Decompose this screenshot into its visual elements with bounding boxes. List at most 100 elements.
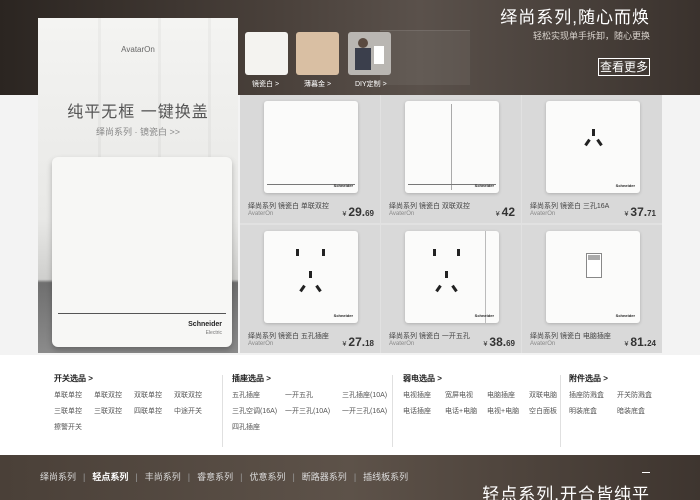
category-link[interactable]: 四孔插座: [232, 422, 285, 432]
socket-pin: [457, 249, 460, 256]
category-link[interactable]: 三联单控: [54, 406, 94, 416]
product-card[interactable]: Schneider 绎尚系列 镜瓷白 单联双控 AvaterOn ¥29.69: [240, 95, 380, 223]
hero-panel[interactable]: AvatarOn 纯平无框 一键换盖 绎尚系列 · 镜瓷白 >> Schneid…: [38, 18, 238, 353]
product-series-en: AvaterOn: [248, 211, 274, 217]
category-link[interactable]: 双联电脑: [529, 390, 569, 400]
category-link[interactable]: 三联双控: [94, 406, 134, 416]
category-weak-current: 弱电选品 > 电视插座 宽屏电视 电脑插座 双联电脑 电话插座 电话+电脑 电视…: [403, 373, 569, 416]
category-link[interactable]: 一开三孔(10A): [285, 406, 342, 416]
title-rule: [642, 472, 650, 473]
category-accessories: 附件选品 > 插座防溅盒 开关防溅盒 明装底盒 暗装底盒: [569, 373, 657, 416]
category-heading[interactable]: 附件选品 >: [569, 373, 657, 384]
product-name: 绎尚系列 镜瓷白 电脑插座: [530, 333, 611, 340]
series-nav-item[interactable]: 睿意系列: [197, 470, 233, 483]
product-name: 绎尚系列 镜瓷白 双联双控: [389, 203, 470, 210]
nav-separator: |: [240, 471, 243, 482]
column-divider: [222, 375, 223, 447]
product-card[interactable]: Schneider 绎尚系列 镜瓷白 一开五孔 AvaterOn ¥38.69: [381, 225, 521, 353]
category-link[interactable]: 暗装底盒: [617, 406, 657, 416]
category-link[interactable]: 擦警开关: [54, 422, 94, 432]
category-link[interactable]: 一开五孔: [285, 390, 342, 400]
category-link[interactable]: 电视+电脑: [487, 406, 529, 416]
socket-pin: [584, 138, 591, 147]
category-heading[interactable]: 插座选品 >: [232, 373, 390, 384]
rj45-port: [586, 253, 602, 278]
banner-background-shelf: [380, 30, 470, 85]
category-link[interactable]: 明装底盒: [569, 406, 617, 416]
category-link[interactable]: 开关防溅盒: [617, 390, 657, 400]
socket-pin: [299, 284, 306, 293]
product-card[interactable]: Schneider 绎尚系列 镜瓷白 五孔插座 AvaterOn ¥27.18: [240, 225, 380, 353]
category-heading[interactable]: 弱电选品 >: [403, 373, 569, 384]
category-link[interactable]: 一开三孔(16A): [342, 406, 390, 416]
category-link[interactable]: 三孔插座(10A): [342, 390, 390, 400]
category-link[interactable]: 插座防溅盒: [569, 390, 617, 400]
single-switch-image: Schneider: [264, 101, 358, 193]
three-pin-socket-image: Schneider: [546, 101, 640, 193]
socket-pin: [315, 284, 322, 293]
category-link[interactable]: 双联双控: [174, 390, 214, 400]
category-link[interactable]: 电话+电脑: [445, 406, 487, 416]
product-card[interactable]: Schneider 绎尚系列 镜瓷白 电脑插座 AvaterOn ¥81.24: [522, 225, 662, 353]
category-link[interactable]: 四联单控: [134, 406, 174, 416]
plate-logo: Schneider: [615, 313, 635, 318]
product-grid: Schneider 绎尚系列 镜瓷白 单联双控 AvaterOn ¥29.69 …: [240, 95, 662, 353]
series-nav: 绎尚系列 | 轻点系列 | 丰尚系列 | 睿意系列 | 优意系列 | 断路器系列 | 插线板系列: [40, 470, 408, 483]
series-nav-item[interactable]: 绎尚系列: [40, 470, 76, 483]
schneider-logo: Schneider Electric: [188, 321, 222, 336]
nav-separator: |: [135, 471, 138, 482]
product-name: 绎尚系列 镜瓷白 五孔插座: [248, 333, 329, 340]
category-link[interactable]: 五孔插座: [232, 390, 285, 400]
series-nav-item[interactable]: 轻点系列: [92, 470, 128, 483]
socket-pin: [296, 249, 299, 256]
view-more-button[interactable]: 查看更多: [598, 58, 650, 76]
category-link[interactable]: 空白面板: [529, 406, 569, 416]
swatch-label-mirror-white[interactable]: 镜瓷白 >: [252, 79, 302, 89]
product-series-en: AvaterOn: [248, 341, 274, 347]
hero-switch-image: Schneider Electric: [52, 157, 232, 347]
socket-pin: [445, 271, 448, 278]
product-series-en: AvaterOn: [389, 341, 415, 347]
category-link[interactable]: 电话插座: [403, 406, 445, 416]
series-nav-bar: 绎尚系列 | 轻点系列 | 丰尚系列 | 睿意系列 | 优意系列 | 断路器系列 | 插线板系列 轻点系…: [0, 455, 700, 500]
socket-pin: [596, 138, 603, 147]
swatch-mirror-white[interactable]: [245, 32, 288, 75]
socket-pin: [322, 249, 325, 256]
category-link[interactable]: 宽屏电视: [445, 390, 487, 400]
nav-separator: |: [292, 471, 295, 482]
category-link[interactable]: 单联双控: [94, 390, 134, 400]
series-nav-item[interactable]: 断路器系列: [302, 470, 347, 483]
category-link[interactable]: 三孔空调(16A): [232, 406, 285, 416]
socket-pin: [435, 284, 442, 293]
swatch-dusk-gold[interactable]: [296, 32, 339, 75]
category-heading[interactable]: 开关选品 >: [54, 373, 214, 384]
category-link[interactable]: 双联单控: [134, 390, 174, 400]
nav-separator: |: [353, 471, 357, 482]
socket-pin: [309, 271, 312, 278]
banner-title: 绎尚系列,随心而焕: [500, 8, 650, 27]
category-link[interactable]: 中途开关: [174, 406, 214, 416]
column-divider: [392, 375, 393, 447]
category-sockets: 插座选品 > 五孔插座 一开五孔 三孔插座(10A) 三孔空调(16A) 一开三…: [232, 373, 390, 432]
category-link[interactable]: 电视插座: [403, 390, 445, 400]
hero-subtitle-link[interactable]: 绎尚系列 · 镜瓷白 >>: [38, 125, 238, 138]
hero-brand: AvatarOn: [121, 45, 155, 54]
product-name: 绎尚系列 镜瓷白 一开五孔: [389, 333, 470, 340]
double-switch-image: Schneider: [405, 101, 499, 193]
computer-socket-image: Schneider: [546, 231, 640, 323]
swatch-label-dusk-gold[interactable]: 薄暮金 >: [304, 79, 354, 89]
product-price: ¥29.69: [342, 205, 375, 219]
product-name: 绎尚系列 镜瓷白 单联双控: [248, 203, 329, 210]
series-nav-item[interactable]: 丰尚系列: [145, 470, 181, 483]
swatch-label-diy[interactable]: DIY定制 >: [355, 79, 405, 89]
category-link[interactable]: 电脑插座: [487, 390, 529, 400]
product-card[interactable]: Schneider 绎尚系列 镜瓷白 双联双控 AvaterOn ¥42: [381, 95, 521, 223]
swatch-diy-custom[interactable]: [348, 32, 391, 75]
product-price: ¥37.71: [624, 205, 657, 219]
product-card[interactable]: Schneider 绎尚系列 镜瓷白 三孔16A AvaterOn ¥37.71: [522, 95, 662, 223]
series-nav-item[interactable]: 插线板系列: [363, 470, 408, 483]
category-link[interactable]: 单联单控: [54, 390, 94, 400]
category-section: 开关选品 > 单联单控 单联双控 双联单控 双联双控 三联单控 三联双控 四联单…: [0, 355, 700, 455]
plate-logo: Schneider: [333, 313, 353, 318]
series-nav-item[interactable]: 优意系列: [249, 470, 285, 483]
